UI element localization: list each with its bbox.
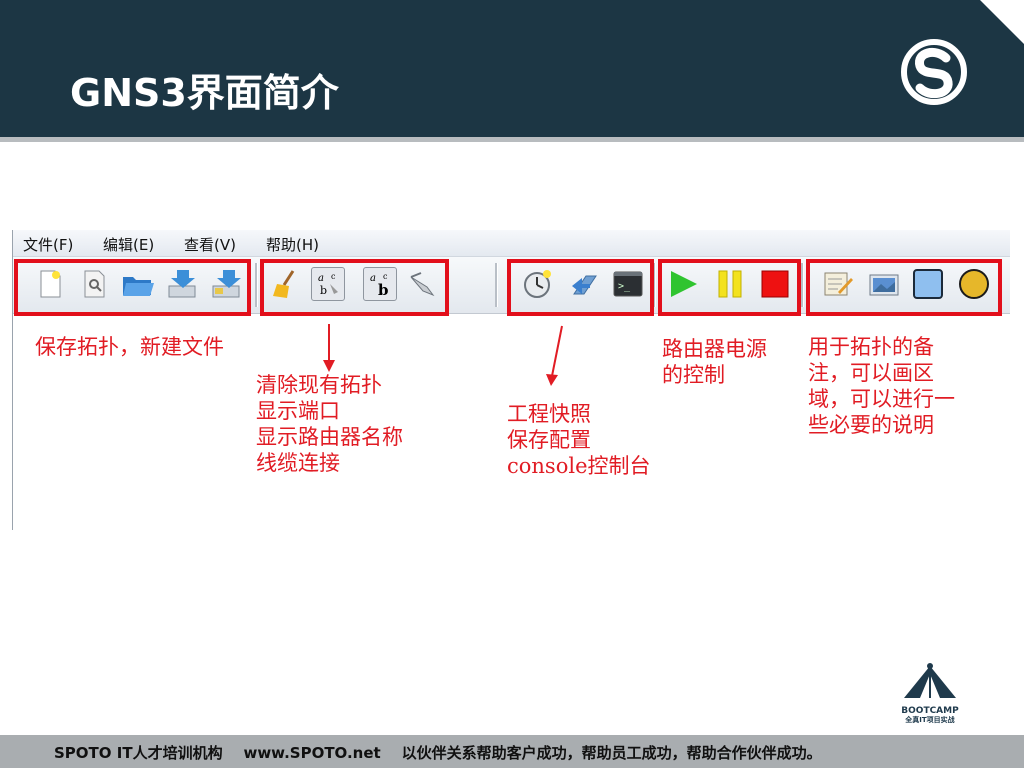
header-divider xyxy=(0,137,1024,142)
note-line: 些必要的说明 xyxy=(808,413,934,437)
highlight-power-group xyxy=(658,259,801,316)
note-line: 显示路由器名称 xyxy=(256,425,403,449)
highlight-annotate-group xyxy=(806,259,1002,316)
note-line: 用于拓扑的备 xyxy=(808,335,934,359)
page-corner xyxy=(980,0,1024,44)
note-power: 路由器电源 的控制 xyxy=(662,336,767,388)
highlight-snapshot-group xyxy=(507,259,654,316)
toolbar-separator xyxy=(495,263,498,307)
highlight-file-group xyxy=(14,259,251,316)
bootcamp-tent-icon xyxy=(904,663,956,698)
menu-bar: 文件(F) 编辑(E) 查看(V) 帮助(H) xyxy=(13,230,1010,257)
note-topology: 清除现有拓扑 显示端口 显示路由器名称 线缆连接 xyxy=(256,372,403,476)
menu-help[interactable]: 帮助(H) xyxy=(266,234,319,255)
menu-view[interactable]: 查看(V) xyxy=(184,234,236,255)
menu-edit[interactable]: 编辑(E) xyxy=(103,234,154,255)
note-line: 线缆连接 xyxy=(256,451,340,475)
note-line: 域，可以进行一 xyxy=(808,387,955,411)
menu-file[interactable]: 文件(F) xyxy=(23,234,73,255)
note-line: 显示端口 xyxy=(256,399,340,423)
note-line: 工程快照 xyxy=(507,402,591,426)
note-line: 路由器电源 xyxy=(662,337,767,361)
note-line: 注，可以画区 xyxy=(808,361,934,385)
bootcamp-logo: BOOTCAMP 全真IT项目实战 xyxy=(898,662,962,724)
bootcamp-sub: 全真IT项目实战 xyxy=(905,716,955,724)
page-title: GNS3界面简介 xyxy=(70,71,339,115)
spoto-logo-icon xyxy=(901,39,967,105)
note-line: 清除现有拓扑 xyxy=(256,373,382,397)
note-annotate: 用于拓扑的备 注，可以画区 域，可以进行一 些必要的说明 xyxy=(808,334,955,438)
note-line: 的控制 xyxy=(662,363,725,387)
footer-text: SPOTO IT人才培训机构 www.SPOTO.net 以伙伴关系帮助客户成功… xyxy=(54,744,822,762)
note-line: 保存配置 xyxy=(507,428,591,452)
footer-bar: SPOTO IT人才培训机构 www.SPOTO.net 以伙伴关系帮助客户成功… xyxy=(0,735,1024,768)
arrow-snapshot-icon xyxy=(546,325,563,386)
note-line: console控制台 xyxy=(507,454,651,478)
note-file: 保存拓扑，新建文件 xyxy=(35,335,224,359)
bootcamp-label: BOOTCAMP xyxy=(901,706,959,716)
highlight-topology-group xyxy=(260,259,449,316)
arrow-topology-icon xyxy=(323,324,335,372)
toolbar-separator xyxy=(801,263,804,307)
toolbar-separator xyxy=(255,263,258,307)
note-snapshot: 工程快照 保存配置 console控制台 xyxy=(507,401,651,479)
